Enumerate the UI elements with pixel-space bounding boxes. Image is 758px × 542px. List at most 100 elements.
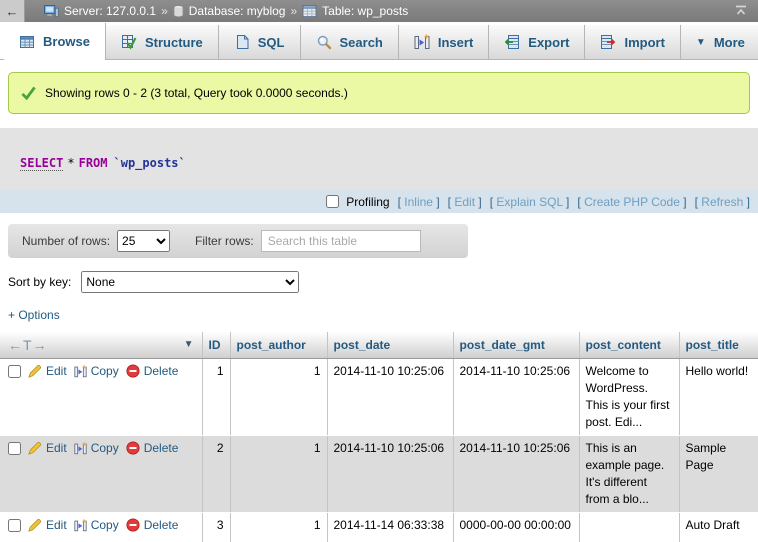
copy-link[interactable]: Copy: [74, 517, 119, 534]
cell-post-content: This is an example page. It's different …: [579, 435, 679, 512]
copy-icon[interactable]: [74, 442, 87, 455]
sql-query: SELECT*FROM`wp_posts`: [0, 128, 758, 190]
cell-post-date: 2014-11-10 10:25:06: [327, 358, 453, 435]
delete-label: Delete: [144, 517, 179, 534]
row-checkbox[interactable]: [8, 519, 21, 532]
profiling-label[interactable]: Profiling: [346, 195, 389, 209]
import-icon: [600, 34, 616, 50]
column-header-id[interactable]: ID: [202, 332, 230, 358]
query-toolbar: Profiling [ Inline ] [ Edit ] [ Explain …: [0, 190, 758, 213]
tab-sql[interactable]: SQL: [219, 25, 301, 59]
tab-more-label: More: [714, 35, 745, 50]
success-message: Showing rows 0 - 2 (3 total, Query took …: [8, 72, 750, 114]
refresh-link[interactable]: Refresh: [701, 195, 743, 209]
bracket: [: [695, 195, 698, 209]
pencil-icon[interactable]: [28, 518, 42, 532]
cell-post-date: 2014-11-14 06:33:38: [327, 512, 453, 542]
copy-link[interactable]: Copy: [74, 363, 119, 380]
row-checkbox[interactable]: [8, 442, 21, 455]
cell-id: 1: [202, 358, 230, 435]
insert-icon: [414, 34, 430, 50]
delete-icon[interactable]: [126, 441, 140, 455]
cell-post-author: 1: [230, 358, 327, 435]
edit-query-link-wrap: [ Edit ]: [448, 195, 482, 209]
column-header-post-date-gmt[interactable]: post_date_gmt: [453, 332, 579, 358]
sidebar-back-button[interactable]: ←: [0, 0, 25, 22]
tab-more[interactable]: ▼ More: [681, 25, 758, 59]
table-row: Edit Copy Delete 1 1 2014-11-10 10:25:06…: [0, 358, 758, 435]
tab-insert[interactable]: Insert: [399, 25, 489, 59]
breadcrumb-server[interactable]: Server: 127.0.0.1: [44, 4, 156, 18]
sql-icon: [234, 34, 250, 50]
edit-link[interactable]: Edit: [28, 517, 67, 534]
titlebar: ← Server: 127.0.0.1 » Database: myblog »…: [0, 0, 758, 22]
copy-icon[interactable]: [74, 519, 87, 532]
delete-link[interactable]: Delete: [126, 440, 179, 457]
browse-icon: [19, 34, 35, 50]
pencil-icon[interactable]: [28, 441, 42, 455]
sql-keyword-from: FROM: [79, 156, 108, 170]
delete-link[interactable]: Delete: [126, 363, 179, 380]
cell-post-author: 1: [230, 435, 327, 512]
tab-browse[interactable]: Browse: [4, 23, 106, 60]
breadcrumb-database[interactable]: Database: myblog: [173, 4, 286, 18]
nav-toggle-icon[interactable]: T: [23, 337, 33, 353]
column-header-post-content[interactable]: post_content: [579, 332, 679, 358]
breadcrumb-table-label[interactable]: Table: wp_posts: [322, 4, 408, 18]
breadcrumb-table[interactable]: Table: wp_posts: [302, 4, 408, 18]
column-header-post-title[interactable]: post_title: [679, 332, 758, 358]
sort-order-dropdown-icon[interactable]: ▼: [184, 339, 194, 350]
bracket: [: [577, 195, 580, 209]
scroll-to-top-icon[interactable]: [734, 4, 748, 18]
refresh-link-wrap: [ Refresh ]: [695, 195, 750, 209]
table-row: Edit Copy Delete 3 1 2014-11-14 06:33:38…: [0, 512, 758, 542]
cell-post-title: Auto Draft: [679, 512, 758, 542]
tab-export[interactable]: Export: [489, 25, 585, 59]
delete-label: Delete: [144, 440, 179, 457]
sql-keyword-select[interactable]: SELECT: [20, 156, 63, 171]
breadcrumb-separator: »: [161, 4, 168, 18]
success-check-icon: [21, 86, 36, 100]
number-of-rows-select[interactable]: 25: [117, 230, 170, 252]
tab-search-label: Search: [340, 35, 383, 50]
tab-structure-label: Structure: [145, 35, 203, 50]
row-checkbox[interactable]: [8, 365, 21, 378]
copy-label: Copy: [91, 440, 119, 457]
nav-right-arrow-icon[interactable]: →: [33, 337, 48, 353]
cell-post-content: [579, 512, 679, 542]
delete-link[interactable]: Delete: [126, 517, 179, 534]
bracket: [: [448, 195, 451, 209]
tab-export-label: Export: [528, 35, 569, 50]
cell-post-author: 1: [230, 512, 327, 542]
tab-import[interactable]: Import: [585, 25, 680, 59]
nav-left-arrow-icon[interactable]: ←: [8, 337, 23, 353]
cell-post-date-gmt: 0000-00-00 00:00:00: [453, 512, 579, 542]
tab-structure[interactable]: Structure: [106, 25, 219, 59]
profiling-checkbox[interactable]: [326, 195, 339, 208]
cell-id: 2: [202, 435, 230, 512]
column-header-post-author[interactable]: post_author: [230, 332, 327, 358]
create-php-code-link-wrap: [ Create PHP Code ]: [577, 195, 686, 209]
breadcrumb-database-label[interactable]: Database: myblog: [189, 4, 286, 18]
delete-icon[interactable]: [126, 518, 140, 532]
delete-icon[interactable]: [126, 364, 140, 378]
tab-search[interactable]: Search: [301, 25, 399, 59]
inline-link[interactable]: Inline: [404, 195, 433, 209]
delete-label: Delete: [144, 363, 179, 380]
edit-link[interactable]: Edit: [28, 440, 67, 457]
table-icon: [302, 5, 317, 17]
options-toggle-link[interactable]: + Options: [8, 308, 60, 322]
explain-sql-link-wrap: [ Explain SQL ]: [490, 195, 570, 209]
copy-icon[interactable]: [74, 365, 87, 378]
filter-rows-input[interactable]: [261, 230, 421, 252]
create-php-code-link[interactable]: Create PHP Code: [584, 195, 680, 209]
sort-by-key-select[interactable]: None: [81, 271, 299, 293]
copy-link[interactable]: Copy: [74, 440, 119, 457]
pencil-icon[interactable]: [28, 364, 42, 378]
breadcrumb-server-label[interactable]: Server: 127.0.0.1: [64, 4, 156, 18]
explain-sql-link[interactable]: Explain SQL: [496, 195, 562, 209]
column-header-post-date[interactable]: post_date: [327, 332, 453, 358]
edit-query-link[interactable]: Edit: [454, 195, 475, 209]
inline-link-wrap: [ Inline ]: [398, 195, 440, 209]
edit-link[interactable]: Edit: [28, 363, 67, 380]
